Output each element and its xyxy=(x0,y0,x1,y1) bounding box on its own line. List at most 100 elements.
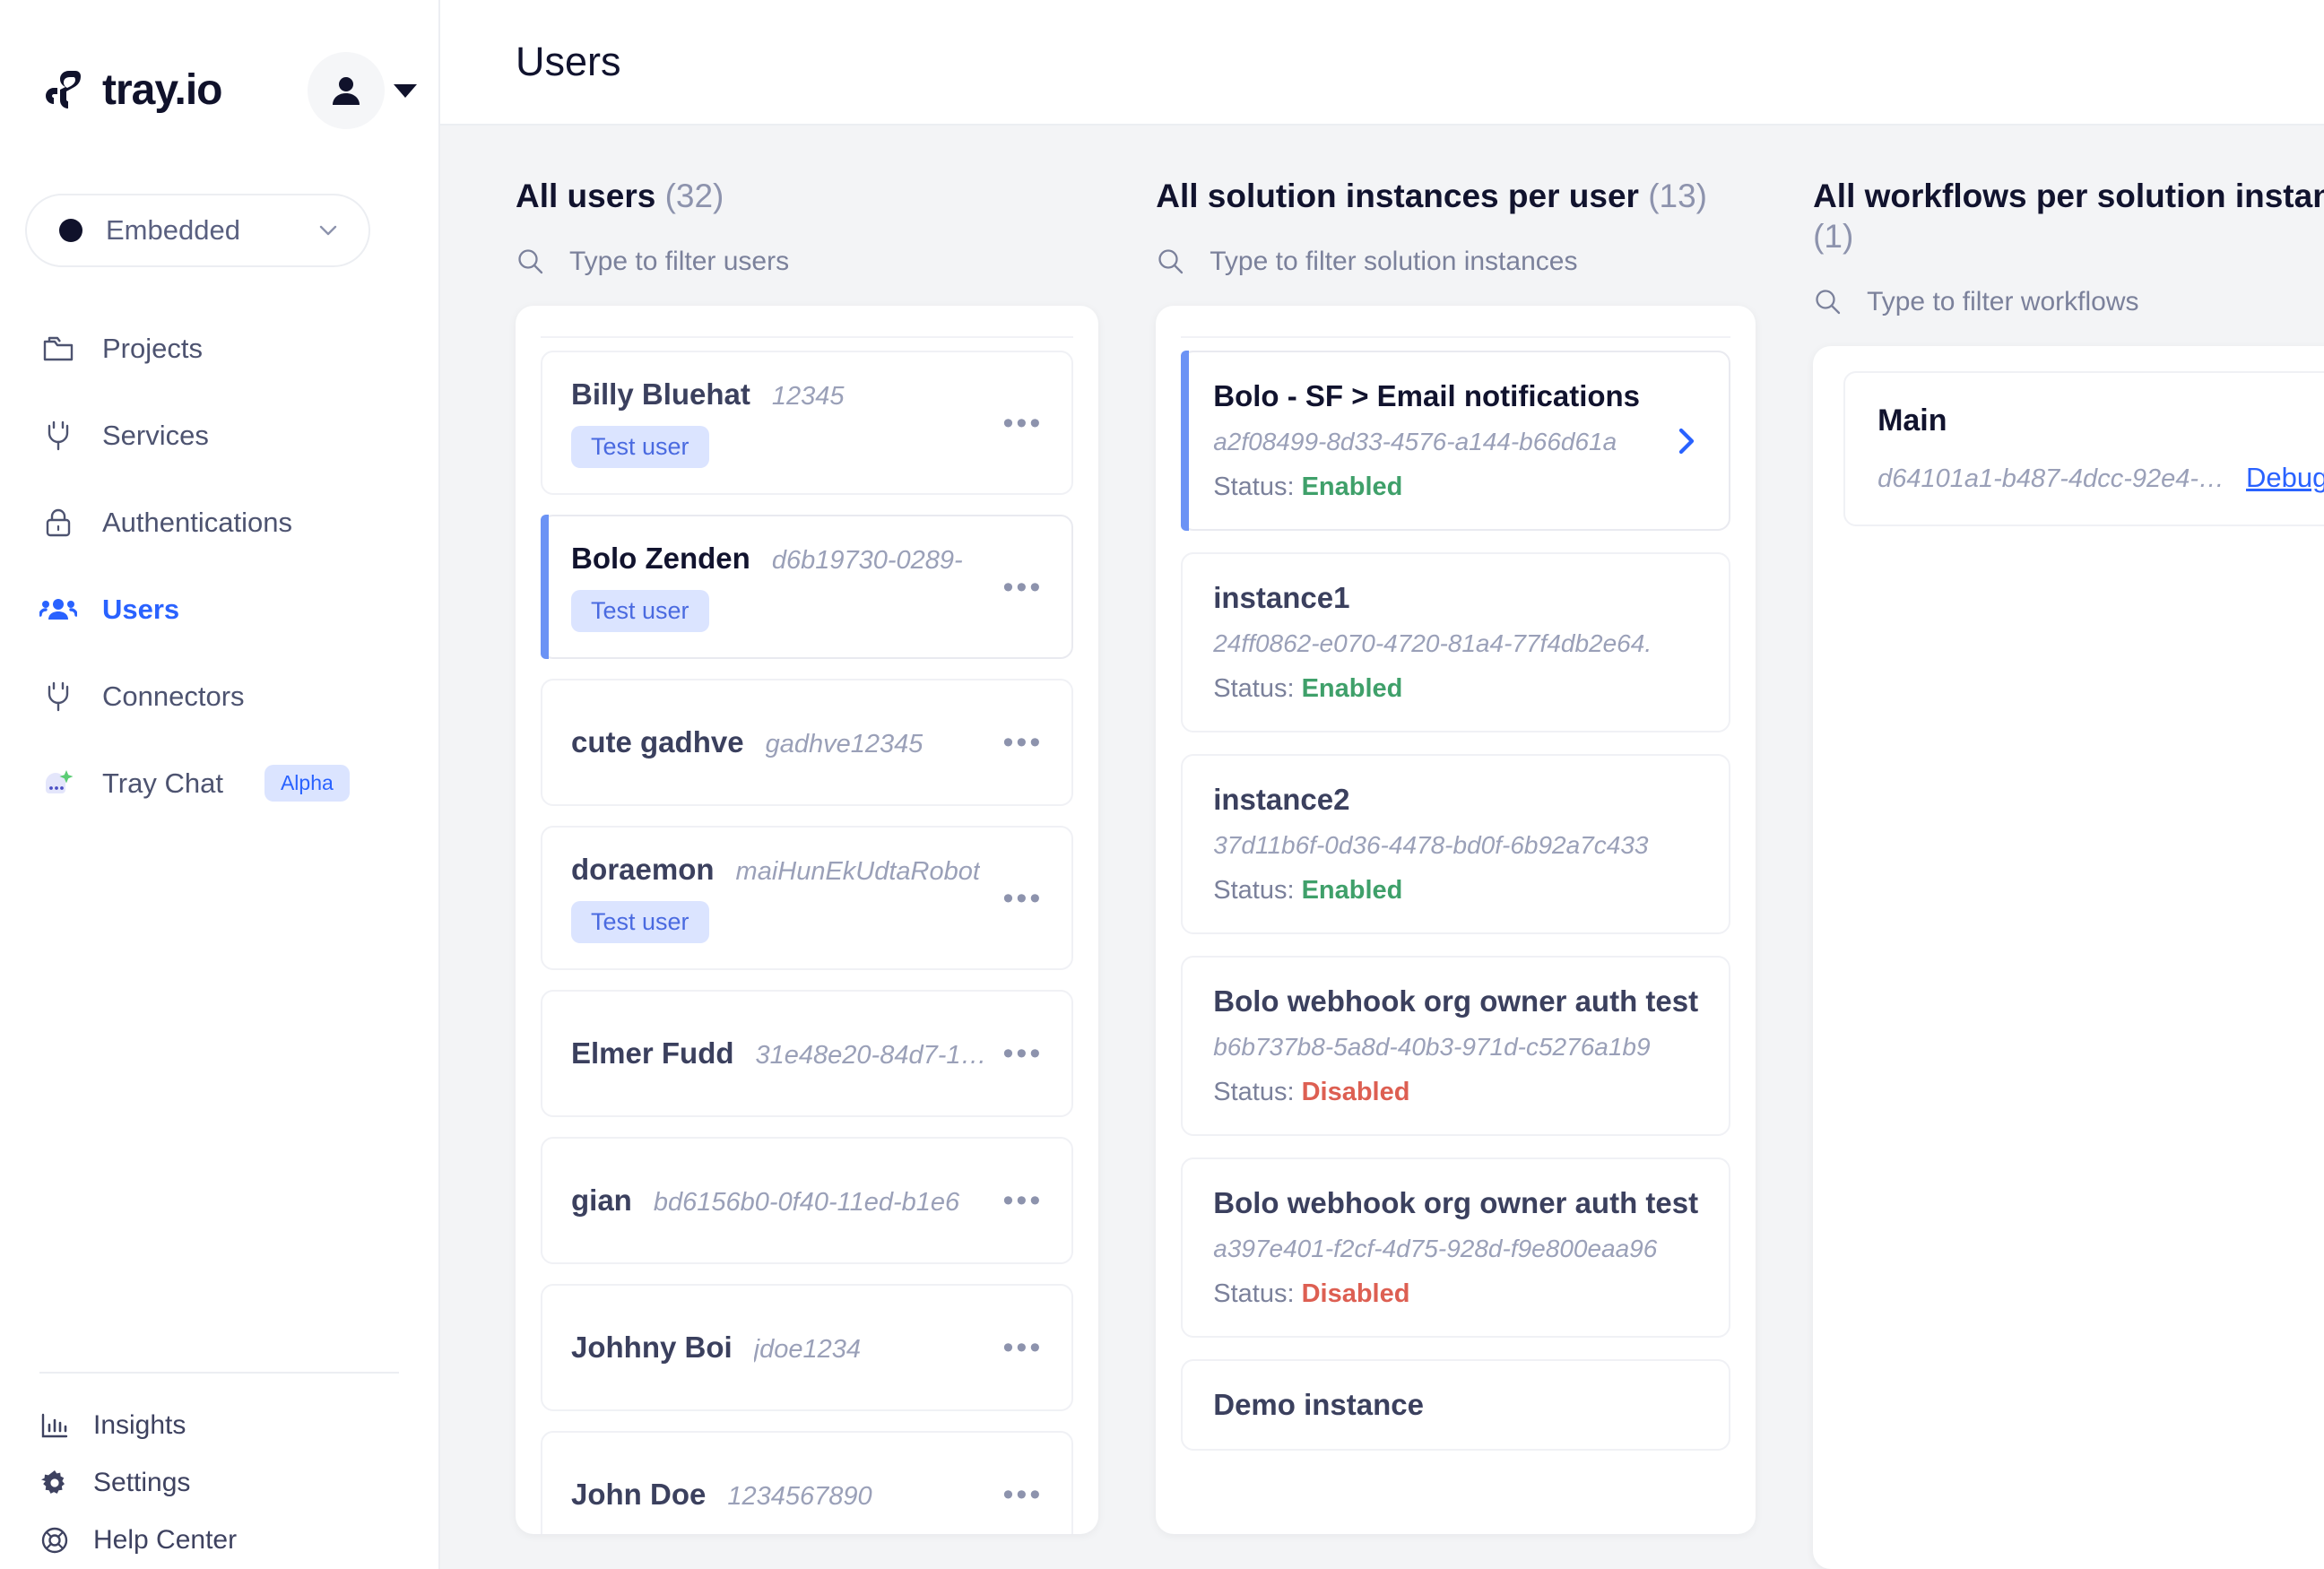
sidebar-item-projects[interactable]: Projects xyxy=(39,305,399,392)
row-menu-icon[interactable]: ••• xyxy=(987,883,1044,914)
instance-name: instance2 xyxy=(1213,783,1350,817)
instances-filter-row[interactable] xyxy=(1156,241,1756,282)
list-item[interactable]: instance2 37d11b6f-0d36-4478-bd0f-6b92a7… xyxy=(1181,754,1731,935)
users-search-input[interactable] xyxy=(569,247,1099,278)
list-item[interactable]: Demo instance xyxy=(1181,1359,1731,1452)
workflows-filter-row[interactable] xyxy=(1813,282,2324,323)
status-badge: Test user xyxy=(571,426,709,469)
table-row[interactable]: Johhny Boi jdoe1234 ••• xyxy=(541,1284,1074,1412)
sidebar-item-authentications[interactable]: Authentications xyxy=(39,479,399,566)
sidebar-item-users[interactable]: Users xyxy=(39,566,399,653)
instances-panel[interactable]: Bolo - SF > Email notifications a2f08499… xyxy=(1156,306,1756,1535)
users-column-heading: All users (32) xyxy=(516,176,1098,216)
row-menu-icon[interactable]: ••• xyxy=(987,408,1044,438)
table-row[interactable]: Elmer Fudd 31e48e20-84d7-1… ••• xyxy=(541,990,1074,1118)
status-value: Disabled xyxy=(1301,1078,1410,1107)
sidebar-item-label: Projects xyxy=(102,332,203,364)
instances-count: (13) xyxy=(1648,178,1708,214)
lifebuoy-icon xyxy=(39,1525,70,1556)
sidebar-nav: Projects Services Authentications Users … xyxy=(0,305,438,827)
bar-chart-icon xyxy=(39,1410,70,1441)
users-icon xyxy=(39,591,77,628)
instance-name: Bolo webhook org owner auth test xyxy=(1213,1186,1699,1220)
instances-column-title: All solution instances per user xyxy=(1156,178,1639,214)
sidebar-item-label: Tray Chat xyxy=(102,767,223,799)
sidebar: tray.io Embedded Projects Services Authe… xyxy=(0,0,440,1569)
user-avatar-icon[interactable] xyxy=(308,52,386,129)
gear-icon xyxy=(39,1468,70,1498)
list-item[interactable]: Main d64101a1-b487-4dcc-92e4-… Debug xyxy=(1843,371,2324,527)
account-menu[interactable] xyxy=(308,52,418,129)
instance-id: b6b737b8-5a8d-40b3-971d-c5276a1b9 xyxy=(1213,1033,1651,1062)
user-name: Billy Bluehat xyxy=(571,377,750,412)
user-name: Elmer Fudd xyxy=(571,1036,734,1071)
table-row[interactable]: doraemon maiHunEkUdtaRobot Test user ••• xyxy=(541,826,1074,971)
chevron-right-icon[interactable] xyxy=(1675,425,1698,457)
instances-search-input[interactable] xyxy=(1210,247,1756,278)
list-item[interactable]: Bolo webhook org owner auth test a397e40… xyxy=(1181,1157,1731,1339)
main-content: Users All users (32) Type to filter user… xyxy=(440,0,2324,1569)
status-label: Status: xyxy=(1213,674,1295,704)
search-icon xyxy=(1813,287,1843,317)
sidebar-item-tray-chat[interactable]: Tray Chat Alpha xyxy=(39,740,399,827)
list-item[interactable]: Bolo - SF > Email notifications a2f08499… xyxy=(1181,351,1731,532)
row-menu-icon[interactable]: ••• xyxy=(987,572,1044,602)
row-menu-icon[interactable]: ••• xyxy=(987,727,1044,758)
sidebar-item-insights[interactable]: Insights xyxy=(39,1397,399,1454)
alpha-badge: Alpha xyxy=(264,765,350,802)
table-row[interactable]: Billy Bluehat 12345 Test user ••• xyxy=(541,351,1074,496)
chevron-down-icon xyxy=(317,219,340,242)
status-label: Status: xyxy=(1213,472,1295,502)
brand-logo[interactable]: tray.io xyxy=(39,66,222,114)
debug-link[interactable]: Debug xyxy=(2246,462,2324,494)
environment-selector[interactable]: Embedded xyxy=(25,194,370,267)
page-title: Users xyxy=(516,39,621,84)
workflows-column-heading: All workflows per solution instance (1) xyxy=(1813,176,2324,256)
row-menu-icon[interactable]: ••• xyxy=(987,1332,1044,1363)
user-name: doraemon xyxy=(571,853,715,887)
sidebar-item-label: Services xyxy=(102,419,209,451)
chevron-down-icon[interactable] xyxy=(394,83,418,98)
workflow-id: d64101a1-b487-4dcc-92e4-… xyxy=(1877,464,2225,494)
users-column-title: All users xyxy=(516,178,656,214)
instance-id: 24ff0862-e070-4720-81a4-77f4db2e64. xyxy=(1213,629,1652,658)
page-header: Users xyxy=(440,0,2324,126)
sidebar-item-label: Settings xyxy=(93,1468,191,1497)
environment-dot-icon xyxy=(59,219,82,242)
workflows-search-input[interactable] xyxy=(1867,287,2324,318)
instance-status: Status: Disabled xyxy=(1213,1279,1698,1309)
brand-name: tray.io xyxy=(102,66,222,114)
user-id: 12345 xyxy=(771,382,845,412)
list-item[interactable]: Bolo webhook org owner auth test b6b737b… xyxy=(1181,956,1731,1137)
environment-label: Embedded xyxy=(106,214,240,246)
sidebar-item-label: Insights xyxy=(93,1410,186,1440)
instances-column-heading: All solution instances per user (13) xyxy=(1156,176,1756,216)
row-menu-icon[interactable]: ••• xyxy=(987,1185,1044,1216)
row-menu-icon[interactable]: ••• xyxy=(987,1038,1044,1069)
table-row[interactable]: gian bd6156b0-0f40-11ed-b1e6 ••• xyxy=(541,1137,1074,1265)
user-id: 31e48e20-84d7-1… xyxy=(755,1041,987,1071)
row-menu-icon[interactable]: ••• xyxy=(987,1479,1044,1510)
sidebar-item-services[interactable]: Services xyxy=(39,392,399,479)
table-row[interactable]: Bolo Zenden d6b19730-0289- Test user ••• xyxy=(541,515,1074,660)
sidebar-footer: Insights Settings Help Center xyxy=(0,1372,438,1569)
users-list-partial-card xyxy=(541,325,1074,339)
sidebar-item-help-center[interactable]: Help Center xyxy=(39,1512,399,1569)
status-value: Enabled xyxy=(1301,674,1403,704)
user-id: maiHunEkUdtaRobot xyxy=(735,857,980,887)
workflows-panel[interactable]: Main d64101a1-b487-4dcc-92e4-… Debug xyxy=(1813,346,2324,1569)
status-badge: Test user xyxy=(571,590,709,633)
tray-chat-sparkle-icon xyxy=(39,765,77,802)
users-filter-row[interactable] xyxy=(516,241,1099,282)
sidebar-item-connectors[interactable]: Connectors xyxy=(39,653,399,740)
sidebar-item-settings[interactable]: Settings xyxy=(39,1454,399,1512)
list-item[interactable]: instance1 24ff0862-e070-4720-81a4-77f4db… xyxy=(1181,552,1731,733)
users-panel[interactable]: Billy Bluehat 12345 Test user ••• Bolo Z… xyxy=(516,306,1099,1535)
sidebar-item-label: Connectors xyxy=(102,680,245,712)
status-label: Status: xyxy=(1213,1279,1295,1309)
status-label: Status: xyxy=(1213,876,1295,906)
search-icon xyxy=(1156,247,1186,277)
status-value: Enabled xyxy=(1301,472,1403,502)
table-row[interactable]: John Doe 1234567890 ••• xyxy=(541,1431,1074,1535)
table-row[interactable]: cute gadhve gadhve12345 ••• xyxy=(541,679,1074,807)
